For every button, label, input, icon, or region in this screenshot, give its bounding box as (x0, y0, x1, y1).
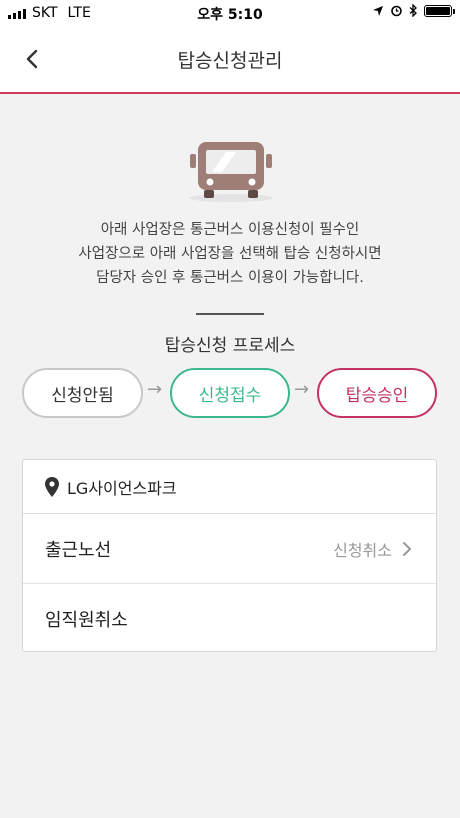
route-label: 임직원취소 (45, 609, 128, 631)
intro-line: 사업장으로 아래 사업장을 선택해 탑승 신청하시면 (78, 246, 382, 262)
step-received: 신청접수 (170, 368, 290, 418)
navigation-bar: 탑승신청관리 (0, 26, 460, 94)
status-bar: SKT LTE 오후 5:10 (0, 0, 460, 26)
chevron-right-icon (403, 541, 411, 556)
location-pin-icon (45, 476, 59, 497)
battery-icon (424, 4, 455, 17)
route-row-employee-cancel[interactable]: 임직원취소 (23, 584, 436, 653)
row-action[interactable]: 신청취소 (333, 514, 412, 583)
status-right (372, 4, 455, 17)
route-label: 출근노선 (45, 539, 112, 561)
arrow-right-icon: → (294, 379, 310, 400)
workplace-card: LG사이언스파크 출근노선 신청취소 임직원취소 (22, 459, 437, 652)
process-title: 탑승신청 프로세스 (164, 336, 296, 356)
alarm-icon (391, 5, 402, 17)
workplace-header: LG사이언스파크 (23, 460, 436, 514)
intro-description: 아래 사업장은 통근버스 이용신청이 필수인 사업장으로 아래 사업장을 선택해… (20, 218, 440, 290)
arrow-right-icon: → (147, 379, 163, 400)
cancel-request-link[interactable]: 신청취소 (333, 537, 392, 561)
page-title: 탑승신청관리 (177, 50, 283, 72)
bluetooth-icon (409, 4, 417, 17)
step-label: 신청안됨 (51, 385, 114, 406)
step-label: 탑승승인 (345, 385, 409, 406)
step-not-applied: 신청안됨 (22, 368, 143, 418)
step-approved: 탑승승인 (317, 368, 437, 418)
section-divider (196, 313, 264, 315)
location-arrow-icon (373, 5, 383, 16)
bus-icon (189, 142, 273, 202)
intro-line: 담당자 승인 후 통근버스 이용이 가능합니다. (96, 270, 364, 286)
route-row-commute[interactable]: 출근노선 신청취소 (23, 514, 436, 584)
step-label: 신청접수 (198, 385, 262, 406)
workplace-name: LG사이언스파크 (67, 478, 177, 498)
intro-line: 아래 사업장은 통근버스 이용신청이 필수인 (100, 222, 360, 238)
